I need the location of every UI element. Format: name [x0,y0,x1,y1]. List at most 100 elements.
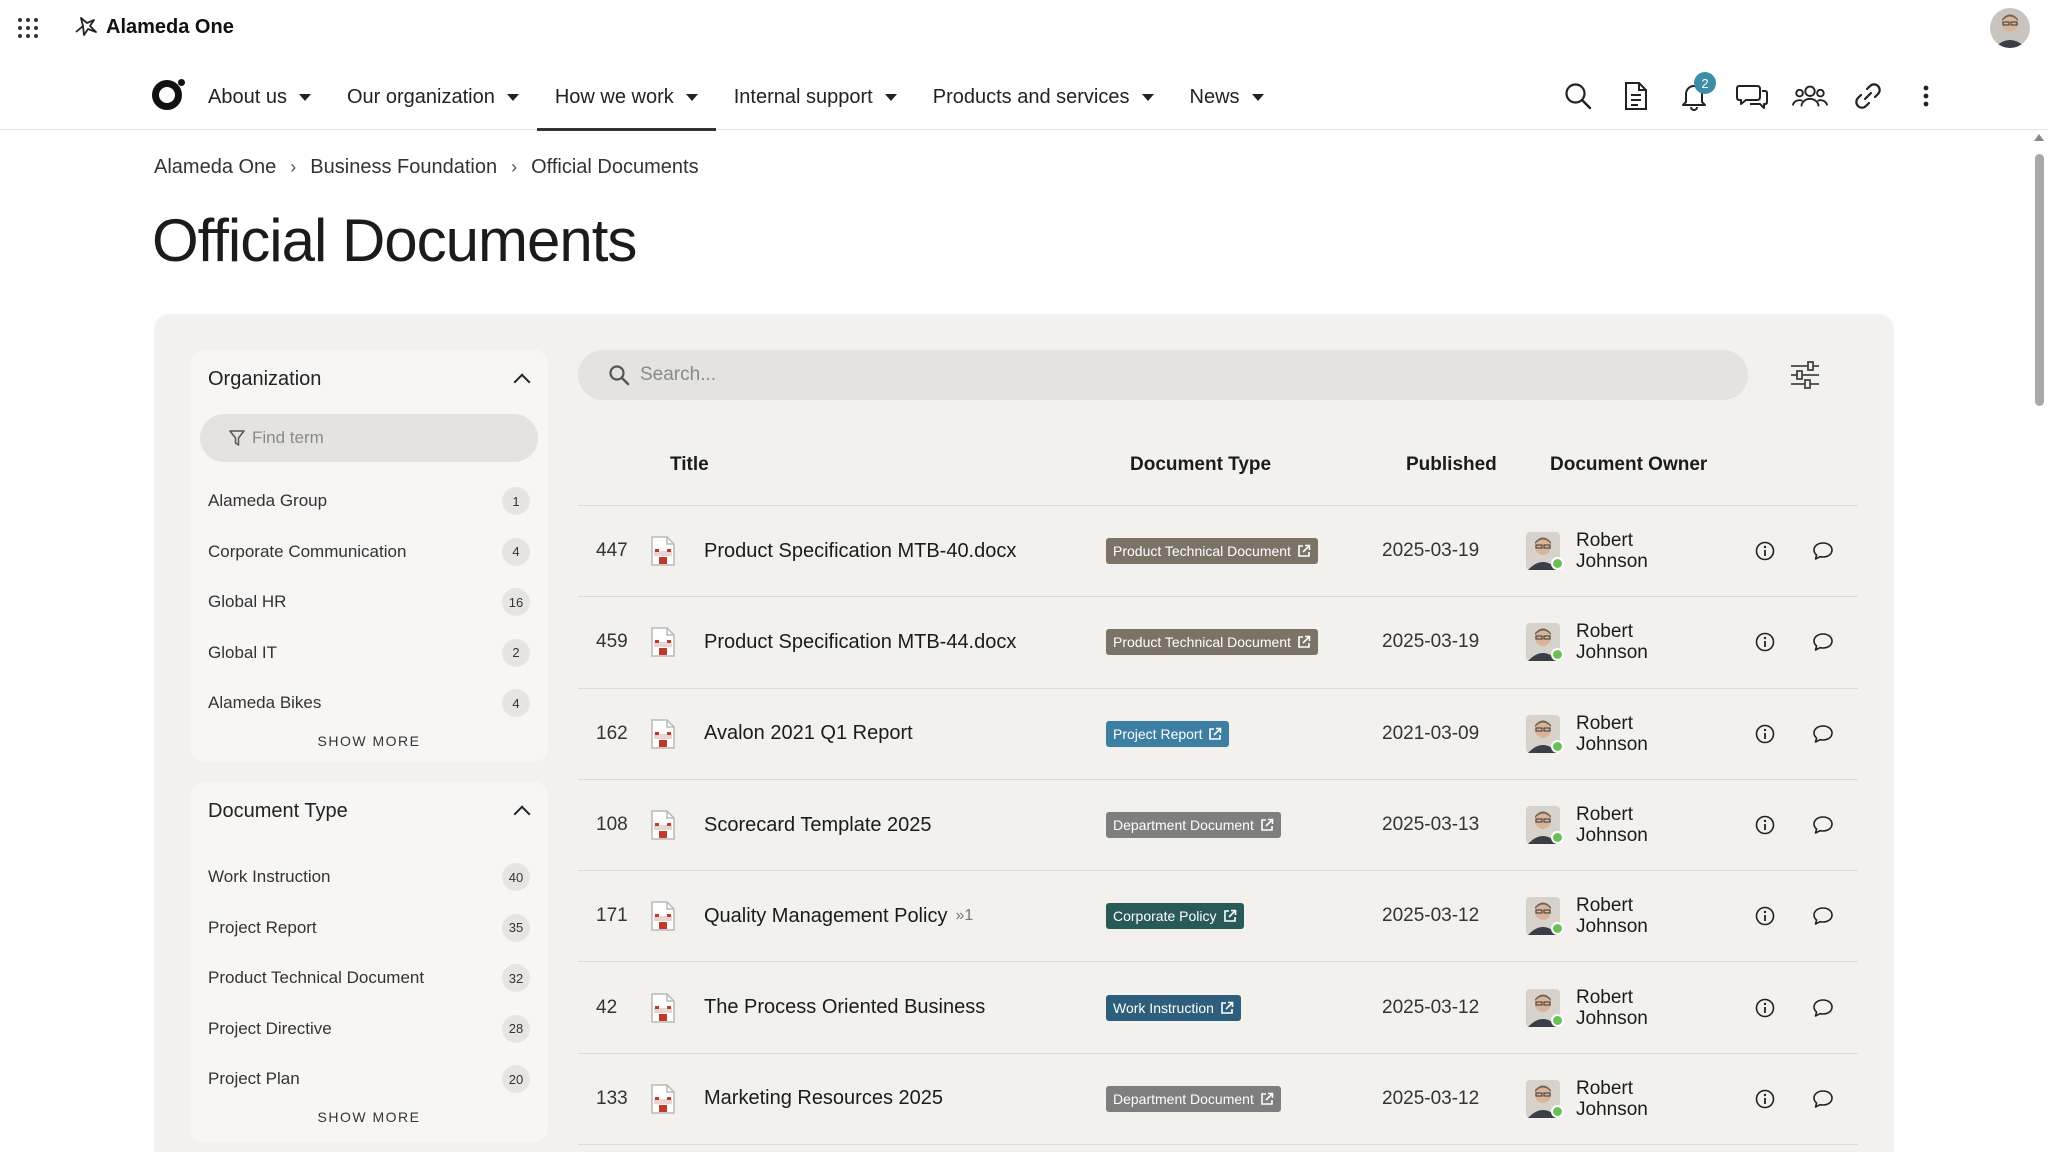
info-icon[interactable] [1736,815,1794,835]
facet-item-project-directive[interactable]: Project Directive 28 [190,1004,548,1055]
nav-item-products-and-services[interactable]: Products and services [915,64,1172,130]
document-owner[interactable]: Robert Johnson [1526,530,1736,572]
facet-item-global-it[interactable]: Global IT 2 [190,628,548,679]
filter-settings-icon[interactable] [1788,360,1822,390]
breadcrumb-item-current[interactable]: Official Documents [531,156,698,179]
comment-icon[interactable] [1794,632,1852,652]
facet-item-alameda-group[interactable]: Alameda Group 1 [190,476,548,527]
user-avatar[interactable] [1990,8,2030,48]
show-more-organization-button[interactable]: SHOW MORE [190,733,548,749]
document-owner[interactable]: Robert Johnson [1526,1078,1736,1120]
document-title-link[interactable]: Scorecard Template 2025 [704,814,1106,837]
published-date: 2025-03-13 [1382,814,1480,836]
info-icon[interactable] [1736,632,1794,652]
info-icon[interactable] [1736,998,1794,1018]
breadcrumb-item-home[interactable]: Alameda One [154,156,276,179]
document-id: 162 [596,722,628,744]
facet-item-count: 16 [502,588,530,617]
comment-icon[interactable] [1794,541,1852,561]
document-type-tag[interactable]: Corporate Policy [1106,903,1244,930]
table-row[interactable]: 133 Marketing Resources 2025 Department … [578,1054,1858,1146]
nav-item-how-we-work[interactable]: How we work [536,64,716,131]
owner-name: Robert Johnson [1576,804,1648,847]
more-options-icon[interactable] [1908,78,1944,114]
info-icon[interactable] [1736,541,1794,561]
show-more-document-type-button[interactable]: SHOW MORE [190,1109,548,1125]
search-icon[interactable] [1560,78,1596,114]
document-type-tag[interactable]: Product Technical Document [1106,538,1318,565]
app-launcher-icon[interactable] [18,18,38,38]
comment-icon[interactable] [1794,815,1852,835]
comment-icon[interactable] [1794,906,1852,926]
document-owner[interactable]: Robert Johnson [1526,895,1736,937]
document-type-tag[interactable]: Department Document [1106,1085,1281,1112]
document-type-tag[interactable]: Work Instruction [1106,994,1241,1021]
scroll-thumb[interactable] [2035,154,2044,406]
document-owner[interactable]: Robert Johnson [1526,804,1736,846]
document-type-label: Department Document [1113,1090,1254,1107]
chat-icon[interactable] [1734,78,1770,114]
document-icon[interactable] [1618,78,1654,114]
info-icon[interactable] [1736,906,1794,926]
page-scrollbar[interactable] [2030,132,2048,1152]
table-body: 447 Product Specification MTB-40.docx Pr… [578,506,1858,1146]
find-term-input[interactable]: Find term [200,414,538,462]
facet-organization: Organization Find term Alameda Group 1 Co… [190,350,548,762]
table-row[interactable]: 447 Product Specification MTB-40.docx Pr… [578,506,1858,598]
document-title-link[interactable]: Product Specification MTB-40.docx [704,540,1106,563]
facet-item-work-instruction[interactable]: Work Instruction 40 [190,852,548,903]
comment-icon[interactable] [1794,724,1852,744]
app-brand[interactable]: Alameda One [74,14,234,40]
notifications-bell-icon[interactable]: 2 [1676,72,1716,114]
column-header-published[interactable]: Published [1406,454,1550,476]
table-row[interactable]: 162 Avalon 2021 Q1 Report Project Report… [578,689,1858,780]
column-header-document-owner[interactable]: Document Owner [1550,454,1750,476]
facet-item-project-plan[interactable]: Project Plan 20 [190,1054,548,1105]
document-title-link[interactable]: The Process Oriented Business [704,996,1106,1019]
document-title-link[interactable]: Quality Management Policy »1 [704,905,1106,928]
comment-icon[interactable] [1794,1089,1852,1109]
document-title-link[interactable]: Marketing Resources 2025 [704,1087,1106,1110]
facet-item-global-hr[interactable]: Global HR 16 [190,577,548,628]
info-icon[interactable] [1736,1089,1794,1109]
breadcrumb-item-business-foundation[interactable]: Business Foundation [310,156,497,179]
site-logo-icon[interactable] [152,79,185,110]
document-owner[interactable]: Robert Johnson [1526,987,1736,1029]
document-title-link[interactable]: Product Specification MTB-44.docx [704,631,1106,654]
table-row[interactable]: 108 Scorecard Template 2025 Department D… [578,780,1858,872]
external-link-icon [1223,910,1236,923]
people-icon[interactable] [1792,78,1828,114]
link-icon[interactable] [1850,78,1886,114]
nav-item-news[interactable]: News [1172,64,1282,130]
external-link-icon [1298,544,1311,557]
column-header-title[interactable]: Title [670,454,1130,476]
table-row[interactable]: 171 Quality Management Policy »1 Corpora… [578,871,1858,963]
facet-document-type-header[interactable]: Document Type [190,782,548,840]
document-type-tag[interactable]: Product Technical Document [1106,629,1318,656]
table-row[interactable]: 459 Product Specification MTB-44.docx Pr… [578,597,1858,689]
comment-icon[interactable] [1794,998,1852,1018]
search-input[interactable]: Search... [578,350,1748,400]
facet-item-label: Global HR [208,592,287,612]
info-icon[interactable] [1736,724,1794,744]
chevron-up-icon[interactable] [513,373,531,391]
facet-item-project-report[interactable]: Project Report 35 [190,903,548,954]
nav-item-internal-support[interactable]: Internal support [716,64,915,130]
facet-item-corporate-communication[interactable]: Corporate Communication 4 [190,527,548,578]
online-status-indicator [1551,648,1564,662]
document-owner[interactable]: Robert Johnson [1526,621,1736,663]
column-header-document-type[interactable]: Document Type [1130,454,1406,476]
facet-item-alameda-bikes[interactable]: Alameda Bikes 4 [190,678,548,729]
facet-item-product-technical-document[interactable]: Product Technical Document 32 [190,953,548,1004]
document-owner[interactable]: Robert Johnson [1526,713,1736,755]
document-type-tag[interactable]: Project Report [1106,720,1230,747]
page-title: Official Documents [152,207,637,274]
scroll-up-arrow-icon[interactable] [2034,134,2044,141]
document-title-link[interactable]: Avalon 2021 Q1 Report [704,722,1106,745]
nav-item-our-organization[interactable]: Our organization [329,64,537,130]
facet-organization-header[interactable]: Organization [190,350,548,408]
chevron-up-icon[interactable] [513,805,531,823]
nav-item-about-us[interactable]: About us [190,64,329,130]
document-type-tag[interactable]: Department Document [1106,812,1281,839]
table-row[interactable]: 42 The Process Oriented Business Work In… [578,962,1858,1054]
